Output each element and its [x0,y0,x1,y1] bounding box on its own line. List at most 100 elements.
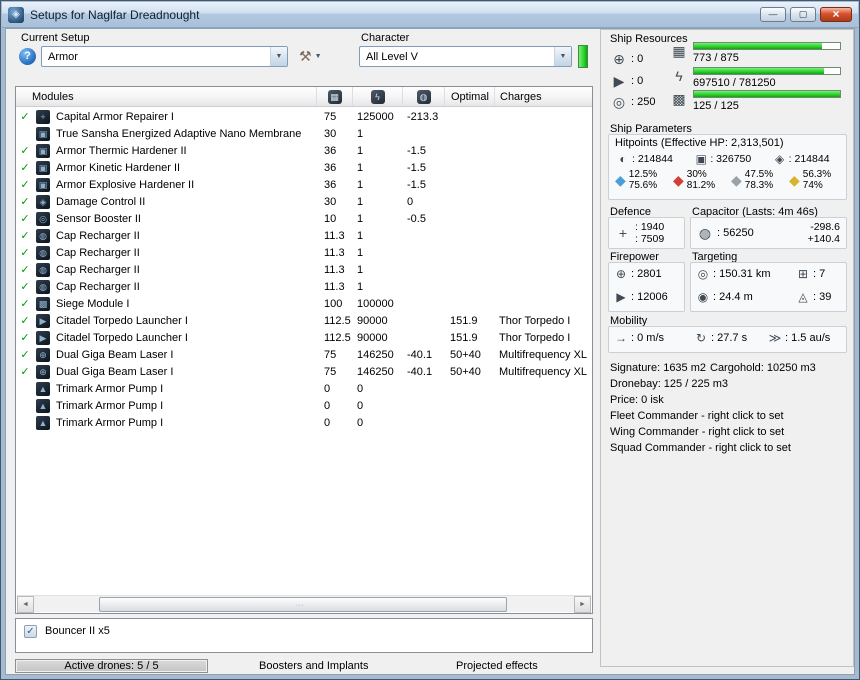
targeting-sig-radius-value: 24.4 m [713,291,753,303]
character-combobox[interactable]: All Level V ▼ [359,46,572,67]
module-row[interactable]: ✓ + Capital Armor Repairer I 75 125000 -213.3 [16,108,592,125]
fleet-commander-slot[interactable]: Fleet Commander - right click to set [610,408,850,424]
projected-effects-section[interactable]: Projected effects [456,660,538,672]
module-row[interactable]: ▣ True Sansha Energized Adaptive Nano Mem… [16,125,592,142]
scroll-right-button[interactable]: ► [574,596,591,613]
module-charge: Multifrequency XL [499,365,588,378]
module-row[interactable]: ✓ ▶ Citadel Torpedo Launcher I 112.5 90000 15… [16,312,592,329]
fitted-check-icon: ✓ [20,230,30,242]
module-row[interactable]: ✓ ◎ Sensor Booster II 10 1 -0.5 [16,210,592,227]
mobility-align-value: 27.7 s [711,332,747,344]
drone-checkbox[interactable]: ✓ [24,625,37,638]
module-icon: ◈ [36,194,50,209]
module-cap: -40.1 [407,365,433,378]
module-row[interactable]: ▲ Trimark Armor Pump I 0 0 [16,380,592,397]
help-button[interactable]: ? [19,48,36,65]
fitted-check-icon: ✓ [20,213,30,225]
targeting-box: ◎ 150.31 km ⊞ 7 ◉ 24.4 m ◬ 39 [690,262,847,312]
module-cap: -1.5 [407,144,426,157]
close-button[interactable]: × [820,7,852,22]
column-header-modules[interactable]: Modules [16,87,316,106]
setup-combobox[interactable]: Armor ▼ [41,46,288,67]
speed-icon: → [615,331,627,345]
module-row[interactable]: ▲ Trimark Armor Pump I 0 0 [16,414,592,431]
minimize-button[interactable]: — [760,7,786,22]
module-row[interactable]: ✓ ▣ Armor Kinetic Hardener II 36 1 -1.5 [16,159,592,176]
targeting-max-targets: ⊞ 7 [795,267,825,281]
hull-hp: ◈ 214844 [772,152,846,166]
turret-icon: ⊕ [613,51,625,67]
firepower-dps: ⊕ 2801 [613,267,662,281]
module-row[interactable]: ▲ Trimark Armor Pump I 0 0 [16,397,592,414]
column-header-capacitor[interactable]: ◍ [402,87,444,106]
module-row[interactable]: ✓ ▶ Citadel Torpedo Launcher I 112.5 90000 15… [16,329,592,346]
module-pg: 1 [357,229,364,242]
calibration-icon: ◎ [612,94,626,110]
column-header-optimal[interactable]: Optimal [444,87,494,106]
module-name: Citadel Torpedo Launcher I [56,331,188,344]
module-pg: 100000 [357,297,394,310]
squad-commander-slot[interactable]: Squad Commander - right click to set [610,440,850,456]
module-cpu: 0 [324,399,331,412]
module-cpu: 30 [324,195,337,208]
module-row[interactable]: ✓ ⊕ Dual Giga Beam Laser I 75 146250 -40.1 50+… [16,363,592,380]
capacitor-icon: ◍ [698,225,712,241]
bandwidth-bar [693,90,841,98]
fitted-check-icon: ✓ [20,315,30,327]
mobility-warp-value: 1.5 au/s [785,332,830,344]
module-charge: Multifrequency XL [499,348,588,361]
module-cpu: 75 [324,348,337,361]
setup-tools-button[interactable]: ⚒ ▼ [295,46,339,67]
scrollbar-thumb[interactable] [99,597,507,612]
wing-commander-slot[interactable]: Wing Commander - right click to set [610,424,850,440]
module-row[interactable]: ✓ ◍ Cap Recharger II 11.3 1 [16,244,592,261]
drones-panel: ✓ Bouncer II x5 [15,618,593,653]
targeting-sig-radius: ◉ 24.4 m [695,290,753,304]
window-controls: — ▢ × [760,7,852,22]
hull-icon: ◈ [775,152,785,166]
module-icon: ◍ [36,245,50,260]
titlebar[interactable]: ◈ Setups for Naglfar Dreadnought — ▢ × [2,2,858,28]
hull-hp-value: 214844 [789,153,830,165]
module-pg: 1 [357,144,364,157]
module-name: Cap Recharger II [56,229,140,242]
column-header-charges[interactable]: Charges [494,87,592,106]
module-row[interactable]: ✓ ▣ Armor Explosive Hardener II 36 1 -1.5 [16,176,592,193]
module-icon: ▩ [36,296,50,311]
module-row[interactable]: ✓ ▩ Siege Module I 100 100000 [16,295,592,312]
chevron-down-icon[interactable]: ▼ [554,47,571,66]
cpu-icon: ▦ [327,89,342,104]
cargohold-info: Cargohold: 10250 m3 [710,362,816,374]
module-cap: 0 [407,195,414,208]
armor-hp: ▣326750 [693,152,767,166]
fitted-check-icon: ✓ [20,162,30,174]
launcher-hardpoints-value: 0 [631,75,643,87]
module-row[interactable]: ✓ ◍ Cap Recharger II 11.3 1 [16,278,592,295]
module-name: Damage Control II [56,195,146,208]
module-row[interactable]: ✓ ◍ Cap Recharger II 11.3 1 [16,227,592,244]
turret-hardpoints-value: 0 [631,53,643,65]
maximize-button[interactable]: ▢ [790,7,816,22]
module-row[interactable]: ✓ ⊕ Dual Giga Beam Laser I 75 146250 -40.1 50+… [16,346,592,363]
module-name: Capital Armor Repairer I [56,110,174,123]
column-header-cpu[interactable]: ▦ [316,87,352,106]
module-pg: 1 [357,195,364,208]
module-row[interactable]: ✓ ▣ Armor Thermic Hardener II 36 1 -1.5 [16,142,592,159]
module-icon: ⊕ [36,347,50,362]
boosters-implants-section[interactable]: Boosters and Implants [259,660,368,672]
bandwidth-icon: ▩ [672,91,686,107]
column-header-powergrid[interactable]: ϟ [352,87,402,106]
thermal-damage-icon: ◆ [673,172,684,188]
cpu-icon: ▦ [672,43,686,59]
module-row[interactable]: ✓ ◍ Cap Recharger II 11.3 1 [16,261,592,278]
module-icon: ◍ [36,279,50,294]
chevron-down-icon[interactable]: ▼ [270,47,287,66]
scroll-left-button[interactable]: ◄ [17,596,34,613]
horizontal-scrollbar[interactable]: ◄ ► [17,595,591,613]
resists-row: ◆ 12.5% 75.6% ◆ 30% 81.2% ◆ 47.5% 78.3% ◆ 56.3% 74% [609,166,846,191]
module-row[interactable]: ✓ ◈ Damage Control II 30 1 0 [16,193,592,210]
resist-em: ◆ 12.5% 75.6% [615,169,670,191]
module-cap: -1.5 [407,161,426,174]
active-drones-bar[interactable]: Active drones: 5 / 5 [15,659,208,673]
kinetic-damage-icon: ◆ [731,172,742,188]
